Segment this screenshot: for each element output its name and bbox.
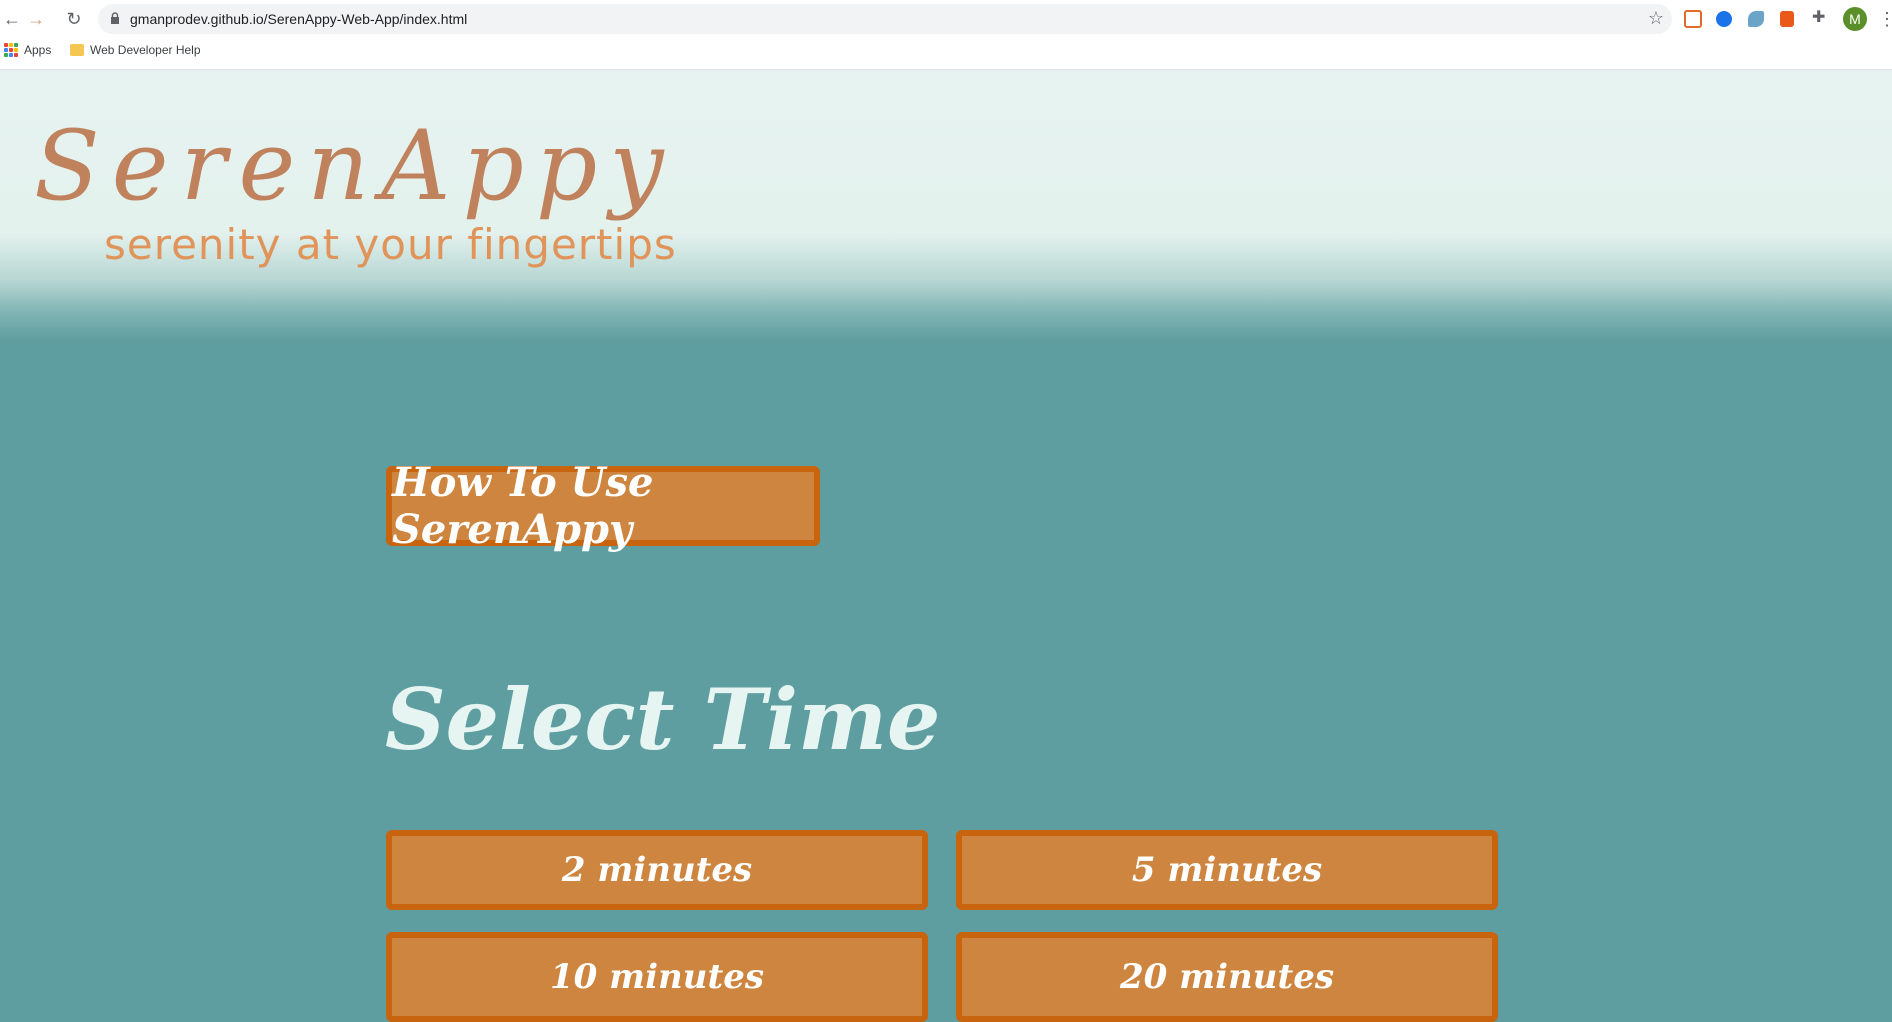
- bookmark-star-icon[interactable]: ☆: [1648, 8, 1664, 29]
- lock-icon: [111, 12, 119, 24]
- extension-bird-icon[interactable]: [1748, 11, 1764, 27]
- site-logo[interactable]: SerenAppy: [34, 110, 676, 222]
- reload-icon[interactable]: ↻: [62, 7, 86, 31]
- bookmark-web-developer-help[interactable]: Web Developer Help: [70, 43, 201, 57]
- bookmark-apps[interactable]: Apps: [4, 43, 51, 57]
- profile-avatar[interactable]: M: [1843, 7, 1867, 31]
- folder-icon: [70, 44, 84, 56]
- back-arrow-icon[interactable]: ←: [0, 7, 24, 31]
- browser-chrome: ← → ↻ gmanprodev.github.io/SerenAppy-Web…: [0, 0, 1892, 70]
- time-5-minutes-button[interactable]: 5 minutes: [956, 830, 1498, 910]
- time-20-minutes-button[interactable]: 20 minutes: [956, 932, 1498, 1022]
- time-10-minutes-button[interactable]: 10 minutes: [386, 932, 928, 1022]
- site-header: SerenAppy serenity at your fingertips: [0, 70, 1892, 340]
- apps-grid-icon: [4, 43, 18, 57]
- select-time-heading: Select Time: [385, 670, 941, 769]
- bookmark-label: Web Developer Help: [90, 43, 201, 57]
- browser-toolbar: ← → ↻ gmanprodev.github.io/SerenAppy-Web…: [0, 0, 1892, 38]
- url-text: gmanprodev.github.io/SerenAppy-Web-App/i…: [130, 11, 468, 27]
- browser-menu-icon[interactable]: ⋮: [1878, 8, 1892, 30]
- time-2-minutes-button[interactable]: 2 minutes: [386, 830, 928, 910]
- extensions-puzzle-icon[interactable]: ✚: [1812, 7, 1832, 27]
- forward-arrow-icon[interactable]: →: [24, 7, 48, 31]
- site-tagline: serenity at your fingertips: [104, 220, 677, 269]
- extension-shield-icon[interactable]: [1684, 10, 1702, 28]
- bookmark-label: Apps: [24, 43, 52, 57]
- extension-lock-icon[interactable]: [1780, 11, 1794, 27]
- bookmarks-bar: Apps Web Developer Help: [0, 40, 1892, 62]
- how-to-use-button[interactable]: How To Use SerenAppy: [386, 459, 820, 553]
- extension-globe-icon[interactable]: [1716, 11, 1732, 27]
- address-bar[interactable]: gmanprodev.github.io/SerenAppy-Web-App/i…: [98, 4, 1672, 34]
